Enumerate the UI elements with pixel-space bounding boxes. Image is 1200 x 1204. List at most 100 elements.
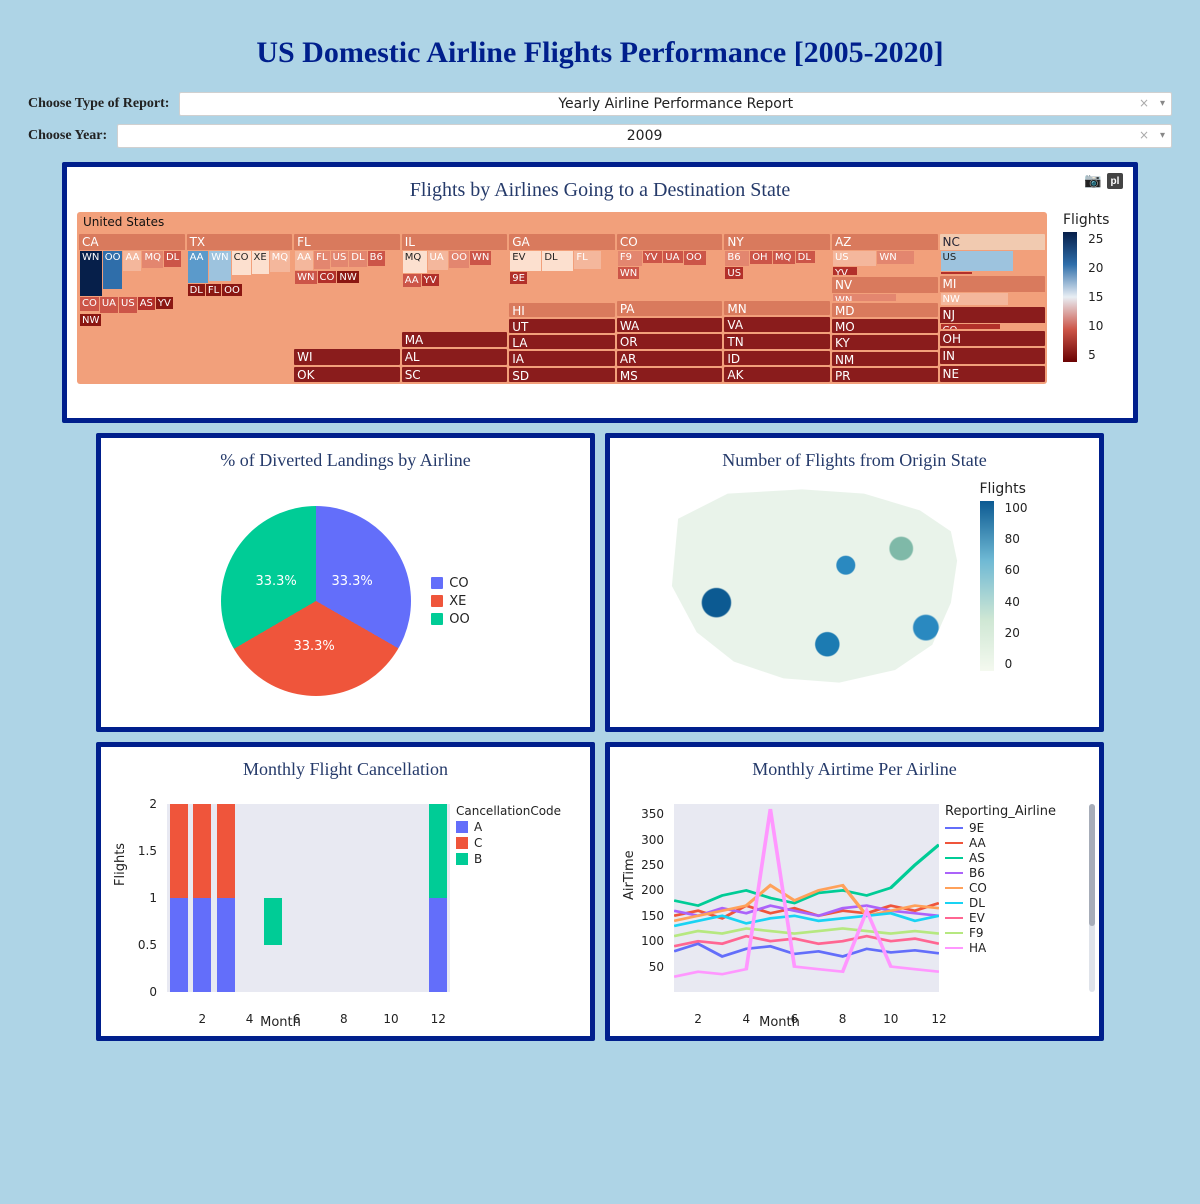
treemap-carrier[interactable]: CO	[232, 251, 251, 275]
treemap-state[interactable]: SDOO	[509, 368, 615, 382]
legend-item[interactable]: A	[456, 820, 576, 834]
treemap-state[interactable]: OKWN	[294, 367, 400, 382]
treemap-state[interactable]: HIHA	[509, 303, 615, 317]
treemap-carrier[interactable]: MQ	[270, 251, 291, 272]
treemap-carrier[interactable]: DL	[796, 251, 816, 263]
treemap-state[interactable]: TXAAWNCOXEMQDLFLOO	[187, 234, 293, 382]
chevron-down-icon[interactable]: ▾	[1160, 98, 1165, 109]
treemap-carrier[interactable]: US	[119, 297, 137, 313]
treemap-carrier[interactable]: MQ	[142, 251, 163, 268]
treemap-carrier[interactable]: YV	[833, 267, 857, 275]
legend-item[interactable]: AS	[945, 851, 1081, 865]
treemap-state[interactable]: GAEVDLFL9E	[509, 234, 615, 301]
year-select[interactable]: 2009 × ▾	[117, 124, 1172, 148]
treemap-carrier[interactable]: US	[331, 251, 349, 267]
treemap-carrier[interactable]: WN	[618, 267, 639, 279]
legend-item[interactable]: CO	[431, 576, 469, 591]
line-series[interactable]	[674, 936, 939, 946]
treemap-carrier[interactable]: UA	[428, 251, 449, 270]
treemap-state[interactable]: IAOO	[509, 351, 615, 365]
treemap-carrier[interactable]: AA	[188, 251, 209, 283]
treemap-state[interactable]: UTOO	[509, 319, 615, 333]
treemap-chart[interactable]: United States CAWNOOAAMQDLCOUAUSASYVNWTX…	[77, 212, 1047, 384]
plotly-logo-icon[interactable]: pl	[1107, 173, 1123, 189]
treemap-carrier[interactable]: WN	[877, 251, 913, 264]
treemap-state[interactable]: NYB6OHMQDLUS	[724, 234, 830, 299]
legend-item[interactable]: DL	[945, 896, 1081, 910]
treemap-state[interactable]: SCDL	[402, 367, 508, 382]
treemap-state[interactable]: AKAS	[724, 367, 830, 382]
treemap-carrier[interactable]: EV	[510, 251, 541, 271]
treemap-carrier[interactable]: DL	[349, 251, 366, 267]
bar-column[interactable]	[193, 804, 211, 992]
treemap-state[interactable]: MSEV	[617, 368, 723, 383]
treemap-carrier[interactable]: MQ	[403, 251, 427, 273]
treemap-carrier[interactable]: DL	[542, 251, 573, 271]
treemap-state[interactable]: ILMQUAOOWNAAYV	[402, 234, 508, 330]
treemap-state[interactable]: PRB6	[832, 368, 938, 382]
treemap-state[interactable]: ARMQ	[617, 351, 723, 366]
treemap-carrier[interactable]: WN	[833, 294, 896, 301]
treemap-carrier[interactable]: F9	[618, 251, 642, 266]
treemap-carrier[interactable]: FL	[574, 251, 601, 269]
treemap-carrier[interactable]: CO	[941, 324, 1000, 328]
treemap-root-label[interactable]: United States	[77, 212, 1047, 232]
treemap-carrier[interactable]: UA	[100, 297, 118, 313]
legend-item[interactable]: CO	[945, 881, 1081, 895]
treemap-carrier[interactable]: DL	[188, 284, 205, 296]
treemap-state[interactable]: KYOH	[832, 335, 938, 349]
treemap-state[interactable]: MINW9E	[940, 276, 1046, 306]
treemap-state[interactable]: MAB6	[402, 332, 508, 347]
treemap-carrier[interactable]: OO	[103, 251, 123, 289]
treemap-state[interactable]: MOWN	[832, 319, 938, 333]
bar-column[interactable]	[264, 898, 282, 992]
treemap-carrier[interactable]: DL	[164, 251, 181, 267]
legend-item[interactable]: XE	[431, 594, 469, 609]
treemap-carrier[interactable]: WN	[470, 251, 491, 265]
treemap-carrier[interactable]: OO	[449, 251, 469, 268]
treemap-carrier[interactable]: YV	[156, 297, 173, 309]
line-chart[interactable]: AirTime 50100150200250300350 24681012 Mo…	[620, 790, 1089, 1030]
treemap-carrier[interactable]: AA	[123, 251, 141, 271]
legend-item[interactable]: 9E	[945, 821, 1081, 835]
clear-icon[interactable]: ×	[1139, 128, 1149, 142]
treemap-state[interactable]: OHMI	[940, 331, 1046, 347]
treemap-carrier[interactable]: B6	[368, 251, 385, 266]
treemap-carrier[interactable]: US	[941, 251, 1013, 271]
treemap-state[interactable]: PAUS	[617, 301, 723, 316]
treemap-state[interactable]: AZUSWNYV	[832, 234, 938, 275]
treemap-state[interactable]: LAWN	[509, 335, 615, 349]
line-series[interactable]	[674, 944, 939, 957]
treemap-carrier[interactable]: WN	[80, 251, 102, 296]
treemap-state[interactable]: TNWN	[724, 334, 830, 349]
treemap-state[interactable]: WAAS	[617, 318, 723, 333]
treemap-state[interactable]: OROO	[617, 334, 723, 349]
treemap-state[interactable]: NMWN	[832, 352, 938, 366]
treemap-carrier[interactable]: AS	[138, 297, 155, 310]
bar-column[interactable]	[217, 804, 235, 992]
legend-item[interactable]: F9	[945, 926, 1081, 940]
clear-icon[interactable]: ×	[1139, 96, 1149, 110]
treemap-carrier[interactable]: US	[725, 267, 743, 279]
treemap-carrier[interactable]: WN	[209, 251, 230, 281]
treemap-carrier[interactable]: YV	[643, 251, 663, 263]
treemap-carrier[interactable]: WN	[295, 271, 316, 284]
camera-icon[interactable]: 📷	[1085, 173, 1101, 189]
treemap-carrier[interactable]: US	[833, 251, 876, 266]
pie-chart[interactable]: 33.3%33.3%33.3%	[221, 506, 411, 696]
treemap-carrier[interactable]: NW	[941, 293, 1008, 305]
treemap-state[interactable]: NCUS9E	[940, 234, 1046, 274]
legend-item[interactable]: AA	[945, 836, 1081, 850]
legend-item[interactable]: B	[456, 852, 576, 866]
treemap-carrier[interactable]: B6	[725, 251, 749, 266]
treemap-carrier[interactable]: AA	[295, 251, 313, 270]
us-map[interactable]	[660, 481, 970, 691]
treemap-carrier[interactable]: OO	[222, 284, 242, 296]
legend-item[interactable]: C	[456, 836, 576, 850]
treemap-carrier[interactable]: NW	[80, 314, 101, 326]
treemap-state[interactable]: FLAAFLUSDLB6WNCONW	[294, 234, 400, 347]
treemap-state[interactable]: NJCOXE	[940, 307, 1046, 328]
treemap-carrier[interactable]: 9E	[510, 272, 527, 284]
treemap-state[interactable]: INWN	[940, 348, 1046, 364]
treemap-carrier[interactable]: OO	[684, 251, 706, 265]
